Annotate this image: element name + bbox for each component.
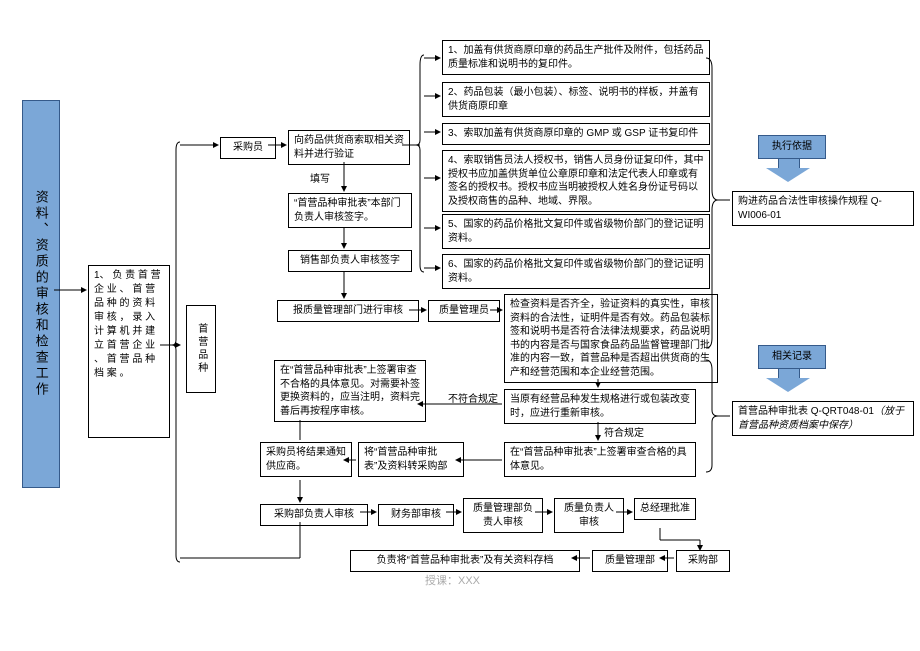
node-quality-head: 质量负责人审核 — [554, 498, 624, 533]
node-report-qm: 报质量管理部门进行审核 — [277, 300, 419, 322]
doc5: 5、国家的药品价格批文复印件或省级物价部门的登记证明资料。 — [442, 214, 710, 249]
doc3: 3、索取加盖有供货商原印章的 GMP 或 GSP 证书复印件 — [442, 123, 710, 145]
role-purchaser: 采购员 — [220, 137, 276, 159]
label-ok: 符合规定 — [604, 424, 644, 439]
node-purchase-head: 采购部负责人审核 — [260, 504, 368, 526]
role-purchase-dept: 采购部 — [676, 550, 730, 572]
side-record-box: 首营品种审批表 Q-QRT048-01（放于首营品种资质档案中保存） — [732, 401, 914, 436]
doc2: 2、药品包装（最小包装）、标签、说明书的样板，并盖有供货商原印章 — [442, 82, 710, 117]
doc4: 4、索取销售员法人授权书，销售人员身份证复印件，其中授权书应加盖供货单位公章原印… — [442, 150, 710, 212]
side-basis-title: 执行依据 — [758, 135, 826, 159]
node-qm-head: 质量管理部负责人审核 — [463, 498, 543, 533]
label-ng: 不符合规定 — [448, 390, 498, 405]
node-archive: 负责将“首营品种审批表”及有关资料存档 — [350, 550, 580, 572]
node-check: 检查资料是否齐全，验证资料的真实性，审核资料的合法性，证明件是否有效。药品包装标… — [504, 294, 718, 383]
watermark: 授课：XXX — [425, 572, 480, 588]
role-qm: 质量管理员 — [428, 300, 500, 322]
node-sign-ng: 在“首营品种审批表”上签署审查不合格的具体意见。对需要补签更换资料的，应当注明，… — [274, 360, 426, 422]
label-fill: 填写 — [310, 170, 330, 185]
node-transfer: 将“首营品种审批表”及资料转采购部 — [358, 442, 464, 477]
side-record-text1: 首营品种审批表 Q-QRT048-01 — [738, 406, 874, 417]
side-basis-text: 购进药品合法性审核操作规程 Q-WI006-01 — [732, 191, 914, 226]
arrow-basis-icon — [766, 158, 810, 182]
node-change: 当原有经营品种发生规格进行或包装改变时，应进行重新审核。 — [504, 389, 696, 424]
node-finance: 财务部审核 — [378, 504, 454, 526]
node-notify: 采购员将结果通知供应商。 — [260, 442, 352, 477]
node-request: 向药品供货商索取相关资料并进行验证 — [288, 130, 410, 165]
doc1: 1、加盖有供货商原印章的药品生产批件及附件，包括药品质量标准和说明书的复印件。 — [442, 40, 710, 75]
doc6: 6、国家的药品价格批文复印件或省级物价部门的登记证明资料。 — [442, 254, 710, 289]
arrow-record-icon — [766, 368, 810, 392]
role-qm-dept: 质量管理部 — [592, 550, 668, 572]
node-gm: 总经理批准 — [634, 498, 696, 520]
side-record-title: 相关记录 — [758, 345, 826, 369]
category-box: 首营品种 — [186, 305, 216, 393]
main-title: 资料、资质的审核和检查工作 — [22, 100, 60, 488]
step1-box: 1、 负 责 首 营 企 业 、 首 营 品 种 的 资 料 审 核 ， 录 入… — [88, 265, 170, 438]
node-sales-sign: 销售部负责人审核签字 — [288, 250, 412, 272]
node-sign-ok: 在“首营品种审批表”上签署审查合格的具体意见。 — [504, 442, 696, 477]
node-form: “首营品种审批表”本部门负责人审核签字。 — [288, 193, 412, 228]
